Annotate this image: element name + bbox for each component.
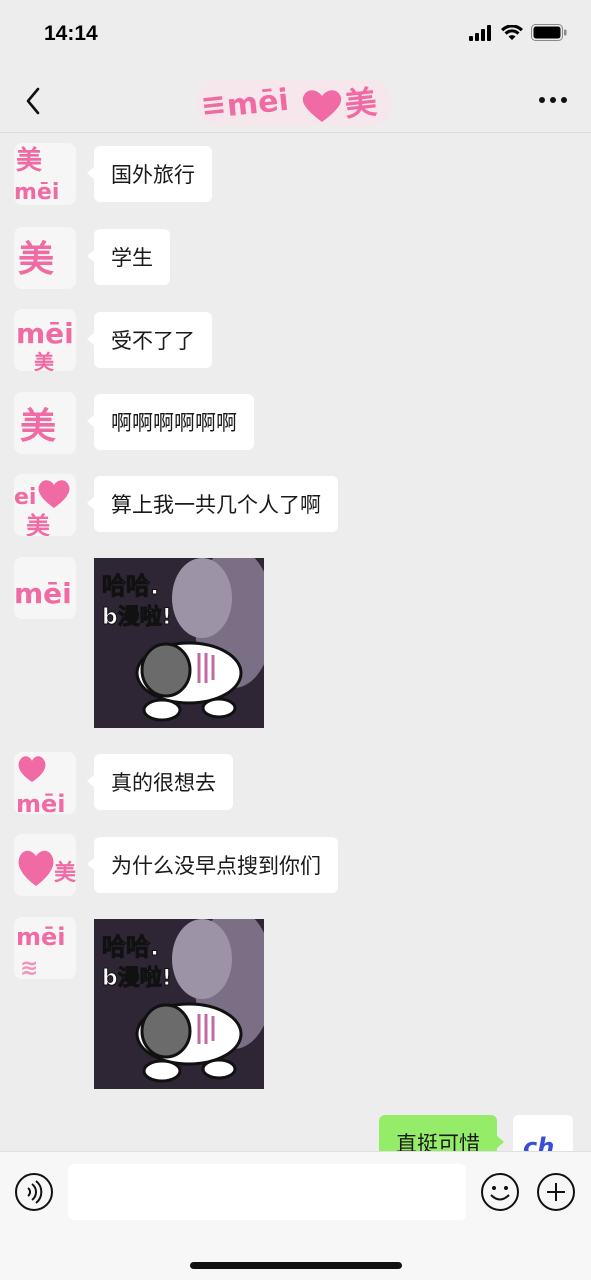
svg-text:美: 美 xyxy=(54,860,76,886)
plus-icon xyxy=(537,1173,575,1211)
my-avatar[interactable]: ch xyxy=(513,1115,573,1151)
more-actions-button[interactable] xyxy=(536,1172,576,1212)
chevron-left-icon xyxy=(26,87,40,115)
contact-avatar[interactable]: mēi 美 xyxy=(14,309,76,371)
svg-text:美: 美 xyxy=(18,239,54,280)
contact-avatar[interactable]: 美 xyxy=(14,392,76,454)
home-indicator[interactable] xyxy=(190,1262,402,1269)
contact-avatar[interactable]: ei 美 xyxy=(14,474,76,536)
svg-text:美: 美 xyxy=(20,406,56,447)
wifi-icon xyxy=(501,24,523,40)
svg-text:ei: ei xyxy=(14,485,36,510)
svg-text:b漫啦!: b漫啦! xyxy=(102,965,172,991)
svg-text:mēi: mēi xyxy=(16,790,66,814)
more-horizontal-icon xyxy=(539,97,567,103)
contact-avatar[interactable]: mēi xyxy=(14,752,76,814)
svg-text:mēi: mēi xyxy=(14,577,72,610)
message-text: 直挺可惜 xyxy=(396,1132,480,1151)
status-icons xyxy=(469,24,567,41)
message-list[interactable]: 美 mēi 国外旅行 美 学生 mēi 美 受不了了 美 啊啊啊啊啊啊 ei 美… xyxy=(0,133,591,1151)
message-text: 受不了了 xyxy=(111,329,195,353)
message-text: 算上我一共几个人了啊 xyxy=(111,493,321,517)
sticker-image[interactable]: 哈哈. b漫啦! xyxy=(94,919,264,1089)
svg-text:mēi: mēi xyxy=(16,317,74,350)
svg-text:≡: ≡ xyxy=(199,87,228,124)
message-text: 真的很想去 xyxy=(111,771,216,795)
contact-avatar[interactable]: 美 xyxy=(14,227,76,289)
message-text: 为什么没早点搜到你们 xyxy=(111,854,321,878)
message-bubble[interactable]: 啊啊啊啊啊啊 xyxy=(87,394,254,450)
svg-text:哈哈.: 哈哈. xyxy=(102,572,159,600)
svg-text:ch: ch xyxy=(523,1133,554,1151)
smile-icon xyxy=(481,1173,519,1211)
contact-avatar[interactable]: 美 xyxy=(14,834,76,896)
message-text: 学生 xyxy=(111,246,153,270)
voice-icon xyxy=(15,1173,53,1211)
svg-text:美: 美 xyxy=(34,350,55,371)
svg-text:美: 美 xyxy=(343,83,379,124)
more-options-button[interactable] xyxy=(537,88,569,112)
message-bubble[interactable]: 真的很想去 xyxy=(87,754,233,810)
chat-title-sticker: ≡ mēi 美 xyxy=(196,74,392,130)
svg-text:mēi: mēi xyxy=(225,83,290,124)
message-bubble[interactable]: 受不了了 xyxy=(87,312,212,368)
signal-icon xyxy=(469,24,491,41)
svg-text:美: 美 xyxy=(16,145,42,176)
voice-button[interactable] xyxy=(14,1172,54,1212)
contact-avatar[interactable]: mēi ≋ xyxy=(14,917,76,979)
svg-text:美: 美 xyxy=(26,512,50,536)
message-bubble[interactable]: 为什么没早点搜到你们 xyxy=(87,837,338,893)
svg-text:mēi: mēi xyxy=(16,923,66,951)
back-button[interactable] xyxy=(18,84,48,118)
contact-avatar[interactable]: 美 mēi xyxy=(14,143,76,205)
svg-text:≋: ≋ xyxy=(20,956,38,979)
message-input[interactable] xyxy=(68,1164,466,1220)
svg-text:mēi: mēi xyxy=(14,180,59,205)
message-bubble[interactable]: 国外旅行 xyxy=(87,146,212,202)
message-text: 啊啊啊啊啊啊 xyxy=(111,411,237,435)
status-bar: 14:14 xyxy=(0,0,591,70)
message-bubble[interactable]: 学生 xyxy=(87,229,170,285)
svg-text:b漫啦!: b漫啦! xyxy=(102,604,172,630)
emoji-button[interactable] xyxy=(480,1172,520,1212)
message-text: 国外旅行 xyxy=(111,163,195,187)
outgoing-message-bubble[interactable]: 直挺可惜 xyxy=(379,1115,504,1151)
chat-header: ≡ mēi 美 xyxy=(0,70,591,132)
battery-icon xyxy=(531,24,567,41)
status-time: 14:14 xyxy=(44,22,98,45)
sticker-image[interactable]: 哈哈. b漫啦! xyxy=(94,558,264,728)
message-bubble[interactable]: 算上我一共几个人了啊 xyxy=(87,476,338,532)
input-bar xyxy=(0,1151,591,1280)
svg-text:哈哈.: 哈哈. xyxy=(102,933,159,961)
contact-avatar[interactable]: mēi xyxy=(14,557,76,619)
